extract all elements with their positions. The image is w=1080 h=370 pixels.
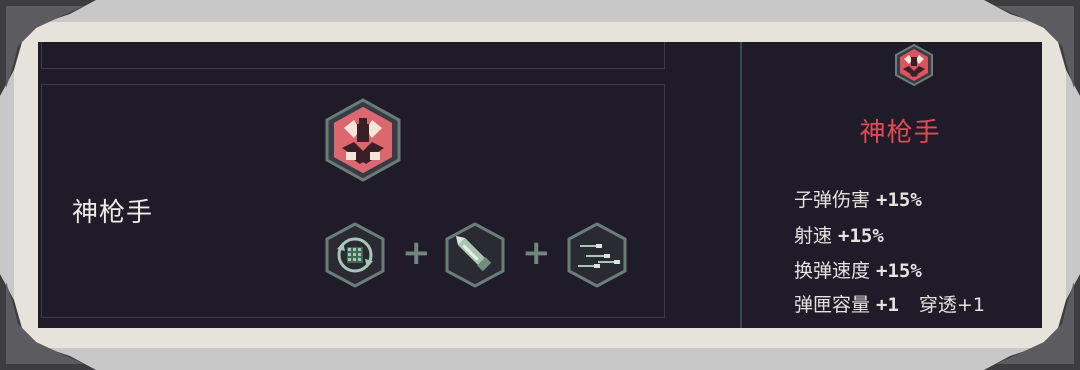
sharpshooter-small-icon — [894, 43, 934, 90]
reload-icon[interactable] — [324, 222, 386, 292]
stat-label: 换弹速度 — [794, 260, 871, 282]
stat-label: 射速 — [794, 225, 833, 247]
skill-name: 神枪手 — [72, 198, 154, 228]
corner-ornament-bottom-left — [0, 274, 96, 370]
corner-ornament-bottom-right — [984, 274, 1080, 370]
stat-bullet-damage: 子弹伤害 +15% — [794, 185, 922, 212]
multi-shot-icon[interactable] — [566, 222, 628, 292]
stat-label: 弹匣容量 — [794, 294, 871, 316]
plus-sign: + — [522, 233, 551, 273]
stat-value: +15% — [876, 260, 922, 282]
stat-reload-speed: 换弹速度 +15% — [794, 256, 922, 283]
stat-value: +1 — [876, 294, 899, 316]
plus-sign: + — [402, 233, 431, 273]
sharpshooter-icon[interactable] — [324, 98, 402, 186]
stat-magazine-capacity: 弹匣容量 +1 穿透+1 — [794, 290, 985, 317]
stat-label: 子弹伤害 — [794, 189, 871, 211]
stat-value: +15% — [838, 225, 884, 247]
stat-fire-rate: 射速 +15% — [794, 221, 884, 248]
corner-ornament-top-left — [0, 0, 96, 96]
panel-divider — [740, 42, 742, 328]
stat-value: +15% — [876, 189, 922, 211]
corner-ornament-top-right — [984, 0, 1080, 96]
bullet-icon[interactable] — [444, 222, 506, 292]
side-panel-title: 神枪手 — [859, 118, 941, 148]
stat-extra-pierce: 穿透+1 — [918, 294, 985, 316]
previous-skill-row — [41, 42, 665, 69]
